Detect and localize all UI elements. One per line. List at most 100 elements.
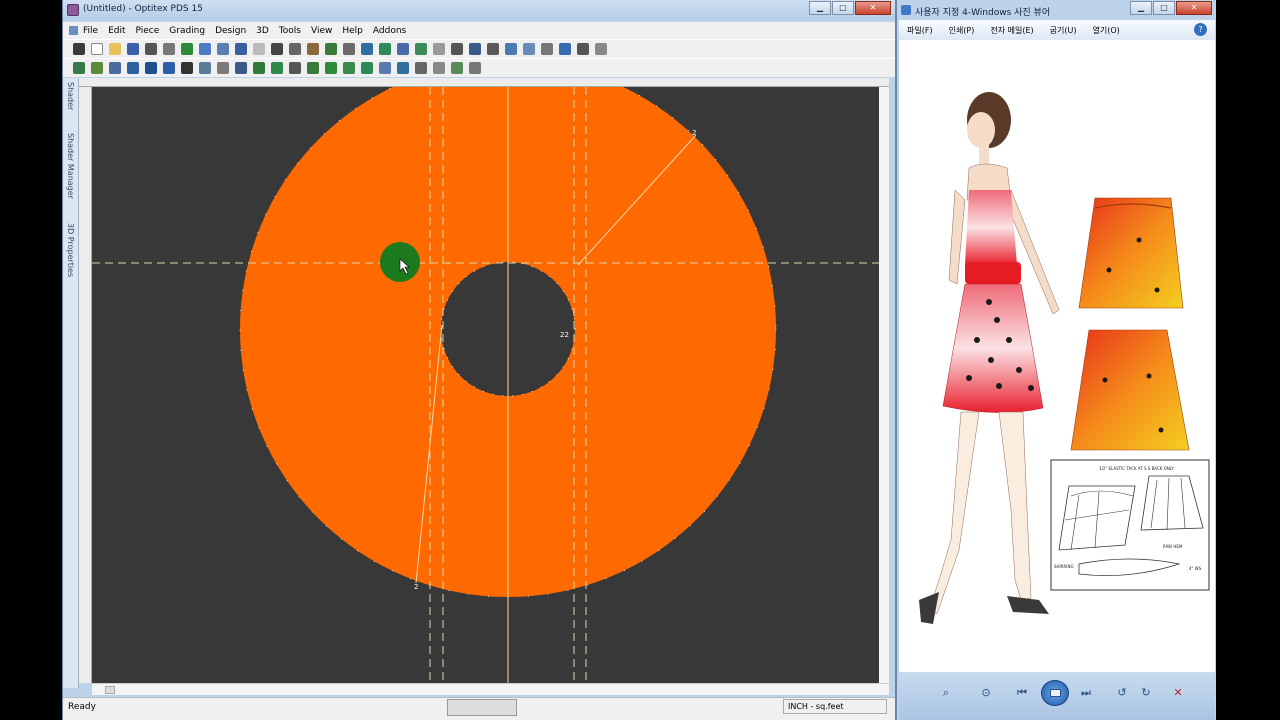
dart-icon[interactable] (469, 43, 481, 55)
text-tool-icon[interactable] (181, 62, 193, 74)
open-folder-icon[interactable] (109, 43, 121, 55)
text-icon[interactable] (577, 43, 589, 55)
horizontal-ruler (79, 78, 889, 87)
zoom-icon[interactable] (217, 43, 229, 55)
sew-icon[interactable] (523, 43, 535, 55)
page-icon[interactable] (415, 62, 427, 74)
move-point-icon[interactable] (109, 62, 121, 74)
align-icon[interactable] (361, 62, 373, 74)
undo-icon[interactable] (235, 43, 247, 55)
mirror-icon[interactable] (451, 43, 463, 55)
pleat-icon[interactable] (289, 62, 301, 74)
point-tool-icon[interactable] (73, 62, 85, 74)
close-button[interactable]: ✕ (855, 1, 891, 15)
draw-line-icon[interactable] (379, 43, 391, 55)
vertical-scrollbar[interactable] (879, 87, 889, 683)
zoom-control-icon[interactable]: ⌕ (937, 686, 955, 700)
button-icon[interactable] (271, 62, 283, 74)
pds-titlebar: (Untitled) - Optitex PDS 15 ▁ □ ✕ (63, 0, 895, 20)
menu-help[interactable]: Help (342, 26, 363, 36)
menu-file-ko[interactable]: 파일(F) (907, 25, 933, 36)
save-icon[interactable] (127, 43, 139, 55)
import-icon[interactable] (199, 43, 211, 55)
nest-icon[interactable] (451, 62, 463, 74)
menu-email-ko[interactable]: 전자 메일(E) (990, 25, 1033, 36)
curve-icon[interactable] (127, 62, 139, 74)
marker-icon[interactable] (433, 62, 445, 74)
snap-tools-icon[interactable] (447, 699, 517, 716)
menu-file[interactable]: File (83, 26, 98, 36)
menu-design[interactable]: Design (215, 26, 246, 36)
rotate-left-icon[interactable]: ↺ (1113, 686, 1131, 700)
tab-3d-properties[interactable]: 3D Properties (66, 223, 75, 277)
add-point-icon[interactable] (91, 62, 103, 74)
copy-icon[interactable] (289, 43, 301, 55)
refresh-icon[interactable] (325, 62, 337, 74)
tab-shader-manager[interactable]: Shader Manager (66, 133, 75, 199)
menu-print-ko[interactable]: 인쇄(P) (949, 25, 975, 36)
menu-addons[interactable]: Addons (373, 26, 406, 36)
point-label-top: 2 (692, 129, 696, 137)
minimize-button[interactable]: ▁ (809, 1, 831, 15)
help-pointer-icon[interactable] (343, 43, 355, 55)
drill-icon[interactable] (253, 62, 265, 74)
maximize-button[interactable]: □ (832, 1, 854, 15)
flip-icon[interactable] (343, 62, 355, 74)
point-label-notch: 22 (560, 331, 569, 339)
select-tool-icon[interactable] (73, 43, 85, 55)
actual-size-icon[interactable]: ⊙ (977, 686, 995, 700)
report-icon[interactable] (469, 62, 481, 74)
photo-minimize-button[interactable]: ▁ (1130, 1, 1152, 15)
offset-icon[interactable] (235, 62, 247, 74)
menu-view[interactable]: View (311, 26, 332, 36)
menu-piece[interactable]: Piece (136, 26, 160, 36)
menu-tools[interactable]: Tools (279, 26, 301, 36)
horizontal-scrollbar[interactable] (92, 683, 889, 695)
corner-icon[interactable] (217, 62, 229, 74)
menu-3d[interactable]: 3D (256, 26, 269, 36)
layout-icon[interactable] (595, 43, 607, 55)
menu-grading[interactable]: Grading (169, 26, 205, 36)
tab-shader[interactable]: Shader (66, 82, 75, 110)
label-raw-hem: RAW HEM (1163, 544, 1183, 549)
work-area-canvas[interactable]: 2 22 2 (92, 87, 879, 683)
paste-icon[interactable] (307, 43, 319, 55)
grid-icon[interactable] (397, 43, 409, 55)
rotate-piece-icon[interactable] (307, 62, 319, 74)
rotate-icon[interactable] (433, 43, 445, 55)
previous-icon[interactable]: ⏮ (1013, 686, 1031, 700)
radius-icon[interactable] (163, 62, 175, 74)
document-icon[interactable] (69, 26, 78, 35)
rotate-right-icon[interactable]: ↻ (1137, 686, 1155, 700)
grade-icon[interactable] (505, 43, 517, 55)
piece-info-icon[interactable] (325, 43, 337, 55)
circle-icon[interactable] (145, 62, 157, 74)
next-icon[interactable]: ⏭ (1077, 686, 1095, 700)
redo-icon[interactable] (253, 43, 265, 55)
fold-icon[interactable] (541, 43, 553, 55)
print-icon[interactable] (145, 43, 157, 55)
photo-maximize-button[interactable]: □ (1153, 1, 1175, 15)
plot-icon[interactable] (163, 43, 175, 55)
cut-icon[interactable] (271, 43, 283, 55)
measure-icon[interactable] (361, 43, 373, 55)
export-icon[interactable] (181, 43, 193, 55)
seam-icon[interactable] (487, 43, 499, 55)
units-display[interactable]: INCH - sq.feet (783, 699, 887, 714)
seam-allowance-icon[interactable] (199, 62, 211, 74)
slideshow-button[interactable] (1041, 680, 1069, 706)
menu-bar: File Edit Piece Grading Design 3D Tools … (63, 22, 895, 39)
menu-burn-ko[interactable]: 굽기(U) (1050, 25, 1077, 36)
status-text: Ready (68, 702, 96, 712)
notch-icon[interactable] (415, 43, 427, 55)
shrink-icon[interactable] (379, 62, 391, 74)
help-icon[interactable]: ? (1194, 23, 1207, 36)
menu-edit[interactable]: Edit (108, 26, 125, 36)
new-file-icon[interactable] (91, 43, 103, 55)
fill-icon[interactable] (397, 62, 409, 74)
scroll-thumb[interactable] (105, 686, 115, 694)
menu-open-ko[interactable]: 열기(O) (1092, 25, 1119, 36)
split-icon[interactable] (559, 43, 571, 55)
photo-close-button[interactable]: ✕ (1176, 1, 1212, 15)
delete-icon[interactable]: ✕ (1169, 686, 1187, 700)
